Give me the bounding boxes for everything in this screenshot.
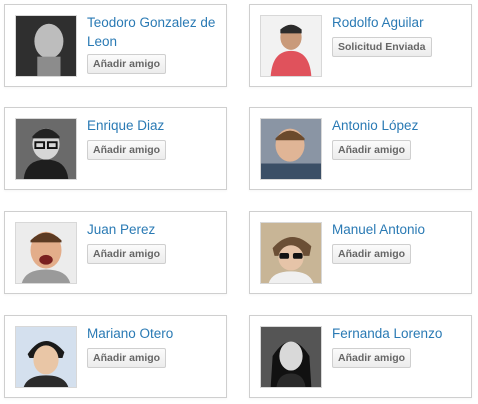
friend-name-link[interactable]: Rodolfo Aguilar bbox=[332, 13, 466, 32]
friend-name-link[interactable]: Juan Perez bbox=[87, 220, 221, 239]
friend-card: Rodolfo Aguilar Solicitud Enviada bbox=[249, 4, 472, 87]
friend-card: Enrique Diaz Añadir amigo bbox=[4, 107, 227, 190]
friend-card: Fernanda Lorenzo Añadir amigo bbox=[249, 315, 472, 398]
person-icon bbox=[16, 327, 76, 387]
friend-name-link[interactable]: Mariano Otero bbox=[87, 324, 221, 343]
avatar[interactable] bbox=[260, 118, 322, 180]
person-icon bbox=[16, 119, 76, 179]
avatar[interactable] bbox=[15, 326, 77, 388]
friend-card: Teodoro Gonzalez de Leon Añadir amigo bbox=[4, 4, 227, 87]
person-icon bbox=[261, 223, 321, 283]
add-friend-button[interactable]: Añadir amigo bbox=[87, 348, 167, 368]
friend-card: Antonio López Añadir amigo bbox=[249, 107, 472, 190]
friend-name-link[interactable]: Antonio López bbox=[332, 116, 466, 135]
add-friend-button[interactable]: Añadir amigo bbox=[332, 348, 412, 368]
person-icon bbox=[261, 16, 321, 76]
add-friend-button[interactable]: Añadir amigo bbox=[87, 244, 167, 264]
person-icon bbox=[261, 327, 321, 387]
add-friend-button[interactable]: Añadir amigo bbox=[87, 54, 167, 74]
friend-card: Juan Perez Añadir amigo bbox=[4, 211, 227, 294]
person-icon bbox=[16, 223, 76, 283]
friend-card: Manuel Antonio Añadir amigo bbox=[249, 211, 472, 294]
friend-name-link[interactable]: Enrique Diaz bbox=[87, 116, 221, 135]
avatar[interactable] bbox=[15, 118, 77, 180]
friend-name-link[interactable]: Manuel Antonio bbox=[332, 220, 466, 239]
friend-name-link[interactable]: Teodoro Gonzalez de Leon bbox=[87, 13, 221, 51]
friend-suggestions-grid: Teodoro Gonzalez de Leon Añadir amigo Ro… bbox=[0, 0, 478, 404]
avatar[interactable] bbox=[15, 222, 77, 284]
friend-name-link[interactable]: Fernanda Lorenzo bbox=[332, 324, 466, 343]
avatar[interactable] bbox=[15, 15, 77, 77]
add-friend-button[interactable]: Añadir amigo bbox=[332, 140, 412, 160]
avatar[interactable] bbox=[260, 326, 322, 388]
avatar[interactable] bbox=[260, 222, 322, 284]
friend-card: Mariano Otero Añadir amigo bbox=[4, 315, 227, 398]
request-sent-button[interactable]: Solicitud Enviada bbox=[332, 37, 432, 57]
person-icon bbox=[261, 119, 321, 179]
person-icon bbox=[16, 16, 76, 76]
add-friend-button[interactable]: Añadir amigo bbox=[332, 244, 412, 264]
avatar[interactable] bbox=[260, 15, 322, 77]
add-friend-button[interactable]: Añadir amigo bbox=[87, 140, 167, 160]
